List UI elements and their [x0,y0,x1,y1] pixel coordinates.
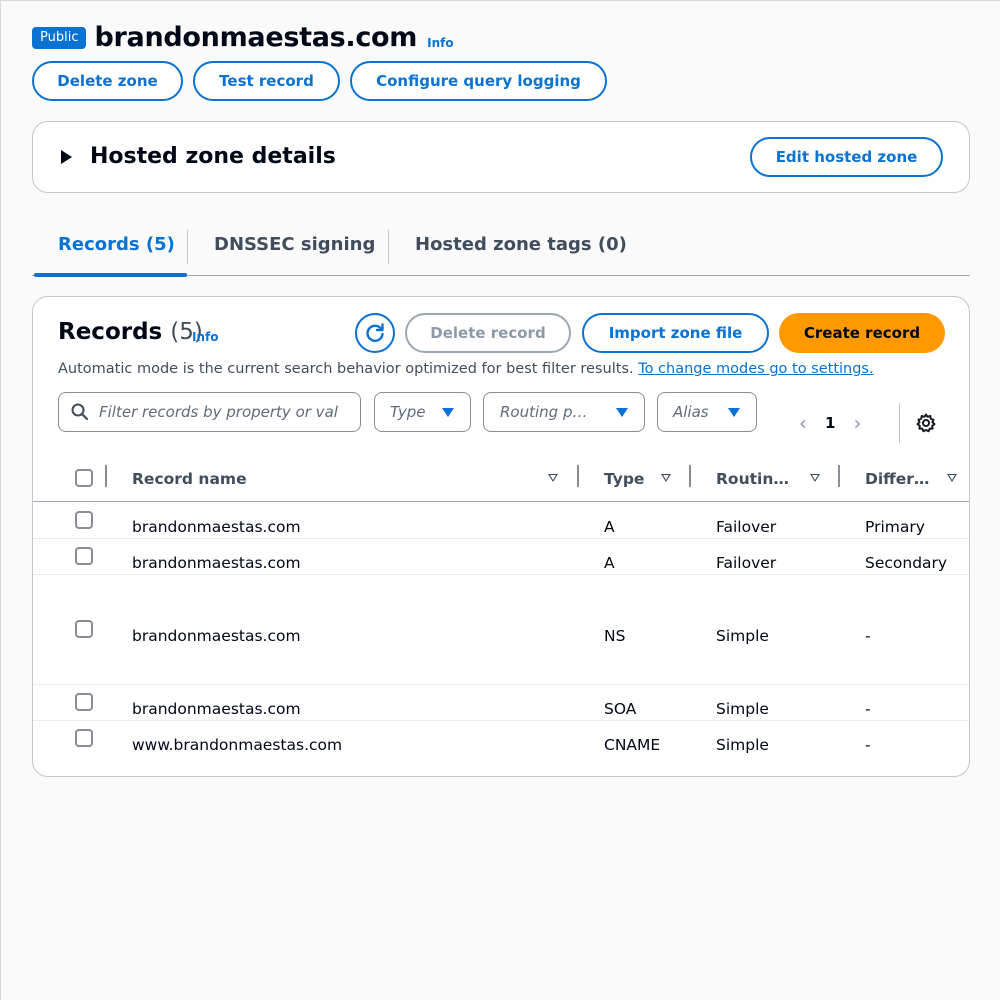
pagination: ‹ 1 › [799,411,861,435]
expand-caret-icon[interactable] [61,150,72,164]
sort-icon[interactable] [548,474,558,482]
column-header-differentiator[interactable]: Differ… [865,470,929,488]
record-search-input[interactable]: Filter records by property or val [58,392,361,432]
record-type-cell: SOA [604,700,637,718]
zone-header: Public brandonmaestas.com Info [32,22,454,53]
tab-divider [388,230,389,264]
active-tab-indicator [34,273,187,277]
dropdown-arrow-icon [616,408,628,417]
row-checkbox[interactable] [75,620,93,638]
records-title: Records [58,319,163,345]
type-filter-dropdown[interactable]: Type [374,392,471,432]
refresh-button[interactable] [355,313,395,353]
records-info-link[interactable]: Info [192,330,218,344]
dropdown-arrow-icon [442,408,454,417]
table-row[interactable]: brandonmaestas.com A Failover Secondary [33,539,969,575]
tab-bar: Records (5) DNSSEC signing Hosted zone t… [32,222,970,277]
search-mode-text: Automatic mode is the current search beh… [58,361,634,377]
delete-zone-button[interactable]: Delete zone [32,61,183,101]
routing-policy-cell: Simple [716,627,769,645]
differentiator-cell: Primary [865,518,925,536]
test-record-button[interactable]: Test record [193,61,340,101]
visibility-badge: Public [32,26,87,49]
tab-hosted-zone-tags[interactable]: Hosted zone tags (0) [415,234,627,255]
delete-record-button[interactable]: Delete record [405,313,571,353]
alias-filter-dropdown[interactable]: Alias [657,392,757,432]
records-table-header: Record name Type Routin… Differ… [33,457,969,502]
alias-filter-label: Alias [673,403,709,421]
routing-policy-filter-dropdown[interactable]: Routing p… [483,392,645,432]
column-divider [577,465,579,487]
table-row[interactable]: www.brandonmaestas.com CNAME Simple - [33,721,969,761]
sort-icon[interactable] [947,474,957,482]
column-header-type[interactable]: Type [604,470,644,488]
record-name-cell: www.brandonmaestas.com [132,736,343,754]
record-name-cell: brandonmaestas.com [132,554,301,572]
tab-dnssec-signing[interactable]: DNSSEC signing [214,234,375,255]
dropdown-arrow-icon [728,408,740,417]
search-mode-notice: Automatic mode is the current search beh… [58,361,874,377]
settings-link[interactable]: To change modes go to settings. [638,361,873,377]
record-name-cell: brandonmaestas.com [132,627,301,645]
differentiator-cell: - [865,700,871,718]
differentiator-cell: - [865,736,871,754]
edit-hosted-zone-button[interactable]: Edit hosted zone [750,137,943,177]
table-row[interactable]: brandonmaestas.com NS Simple - [33,575,969,685]
type-filter-label: Type [390,403,426,421]
records-heading: Records (5) [58,319,203,345]
column-header-record-name[interactable]: Record name [132,470,247,488]
record-name-cell: brandonmaestas.com [132,518,301,536]
search-icon [71,403,89,421]
table-row[interactable]: brandonmaestas.com A Failover Primary [33,502,969,539]
row-checkbox[interactable] [75,729,93,747]
record-type-cell: NS [604,627,626,645]
import-zone-file-button[interactable]: Import zone file [582,313,769,353]
routing-policy-cell: Failover [716,554,777,572]
routing-filter-label: Routing p… [500,403,588,421]
info-link[interactable]: Info [427,36,453,50]
previous-page-icon[interactable]: ‹ [799,411,807,435]
refresh-icon [366,323,384,342]
record-type-cell: CNAME [604,736,661,754]
record-type-cell: A [604,554,615,572]
hosted-zone-details-toggle[interactable]: Hosted zone details [90,144,336,169]
row-checkbox[interactable] [75,547,93,565]
routing-policy-cell: Simple [716,736,769,754]
column-header-routing[interactable]: Routin… [716,470,789,488]
table-row[interactable]: brandonmaestas.com SOA Simple - [33,685,969,721]
records-panel: Records (5) Info Delete record Import zo… [32,296,970,777]
search-placeholder: Filter records by property or val [99,403,338,421]
sort-icon[interactable] [810,474,820,482]
create-record-button[interactable]: Create record [779,313,945,353]
toolbar-divider [899,403,900,443]
tab-divider [187,230,188,264]
column-divider [105,465,107,487]
tab-records[interactable]: Records (5) [58,234,175,255]
differentiator-cell: - [865,627,871,645]
record-type-cell: A [604,518,615,536]
select-all-checkbox[interactable] [75,469,93,487]
configure-query-logging-button[interactable]: Configure query logging [350,61,607,101]
differentiator-cell: Secondary [865,554,948,572]
page-title: brandonmaestas.com [94,22,418,53]
hosted-zone-details-panel: Hosted zone details Edit hosted zone [32,121,970,193]
routing-policy-cell: Failover [716,518,777,536]
next-page-icon[interactable]: › [853,411,861,435]
zone-actions: Delete zone Test record Configure query … [32,61,607,101]
row-checkbox[interactable] [75,511,93,529]
current-page-number[interactable]: 1 [825,414,835,432]
row-checkbox[interactable] [75,693,93,711]
column-divider [689,465,691,487]
record-name-cell: brandonmaestas.com [132,700,301,718]
settings-gear-icon[interactable] [916,413,936,433]
column-divider [838,465,840,487]
routing-policy-cell: Simple [716,700,769,718]
sort-icon[interactable] [661,474,671,482]
